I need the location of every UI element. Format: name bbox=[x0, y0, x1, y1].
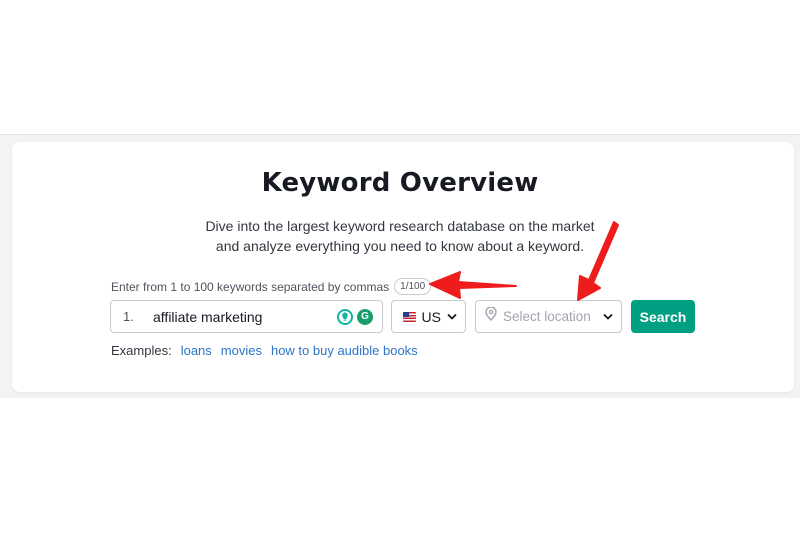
bulb-icon[interactable] bbox=[337, 308, 353, 325]
keyword-line-number: 1. bbox=[123, 309, 134, 324]
page-title: Keyword Overview bbox=[261, 168, 539, 198]
extension-icons: G bbox=[337, 308, 373, 325]
chevron-down-icon bbox=[447, 313, 457, 320]
chevron-down-icon bbox=[603, 313, 613, 320]
hint-text: Enter from 1 to 100 keywords separated b… bbox=[111, 279, 390, 294]
keyword-counter: 1/100 bbox=[394, 278, 432, 295]
example-link-loans[interactable]: loans bbox=[181, 343, 212, 358]
subtitle-line-2: and analyze everything you need to know … bbox=[215, 238, 585, 254]
map-pin-icon bbox=[485, 306, 497, 326]
country-select[interactable]: US bbox=[391, 300, 466, 333]
keyword-input[interactable]: 1. affiliate marketing G bbox=[110, 300, 383, 333]
location-select[interactable]: Select location bbox=[475, 300, 622, 333]
page-subtitle: Dive into the largest keyword research d… bbox=[0, 216, 800, 256]
examples-row: Examples: loans movies how to buy audibl… bbox=[111, 343, 418, 358]
example-link-movies[interactable]: movies bbox=[221, 343, 262, 358]
keyword-hint: Enter from 1 to 100 keywords separated b… bbox=[111, 278, 432, 295]
search-button[interactable]: Search bbox=[631, 300, 695, 333]
grammarly-icon[interactable]: G bbox=[357, 308, 373, 325]
location-placeholder: Select location bbox=[503, 309, 591, 324]
example-link-audible-books[interactable]: how to buy audible books bbox=[271, 343, 418, 358]
keyword-value[interactable]: affiliate marketing bbox=[153, 309, 337, 325]
country-value: US bbox=[421, 308, 441, 325]
us-flag-icon bbox=[403, 311, 416, 322]
subtitle-line-1: Dive into the largest keyword research d… bbox=[205, 218, 595, 234]
examples-label: Examples: bbox=[111, 343, 172, 358]
